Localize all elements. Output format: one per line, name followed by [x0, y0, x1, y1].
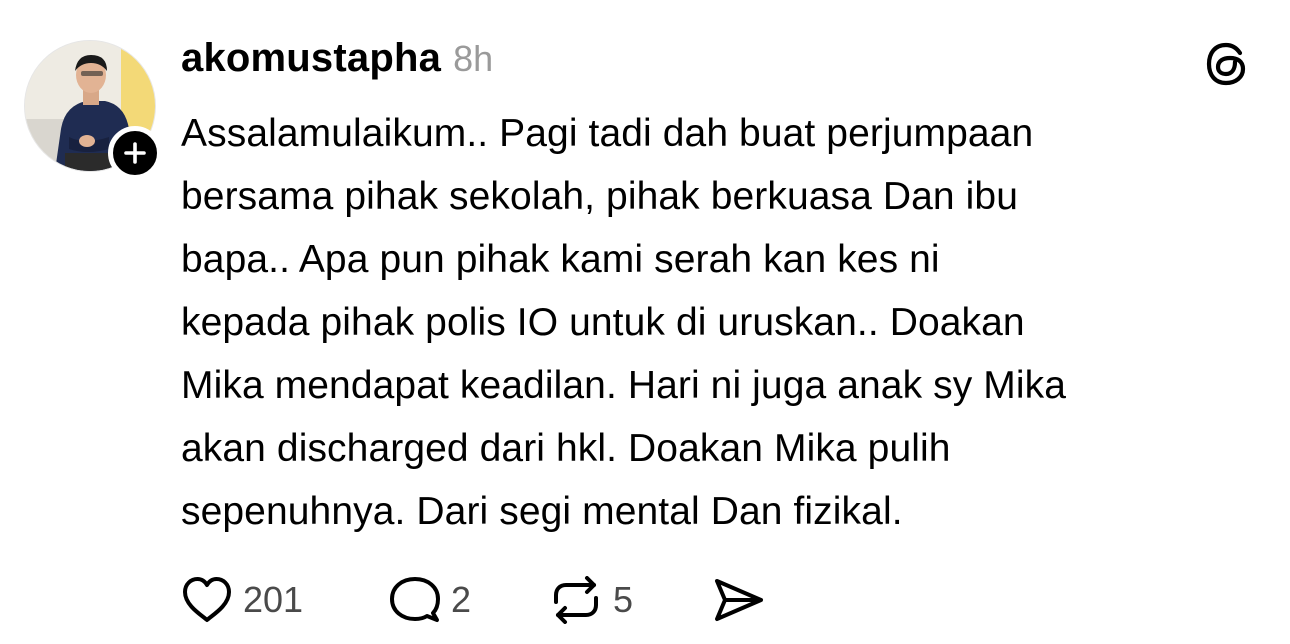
share-button[interactable]	[711, 574, 765, 626]
post-text-line: sepenuhnya. Dari segi mental Dan fizikal…	[181, 490, 903, 533]
post-text-line: bersama pihak sekolah, pihak berkuasa Da…	[181, 175, 1019, 218]
follow-button[interactable]	[108, 126, 162, 180]
send-icon	[715, 579, 763, 621]
threads-logo-icon	[1206, 42, 1246, 86]
post-text: Assalamulaikum.. Pagi tadi dah buat perj…	[181, 102, 1271, 543]
post-text-line: akan discharged dari hkl. Doakan Mika pu…	[181, 427, 951, 470]
comment-icon	[390, 577, 440, 622]
post-timestamp: 8h	[453, 38, 494, 79]
post-header: akomustapha 8h	[181, 36, 493, 86]
like-button[interactable]: 201	[181, 574, 389, 626]
post-text-line: bapa.. Apa pun pihak kami serah kan kes …	[181, 238, 940, 281]
post-text-line: Mika mendapat keadilan. Hari ni juga ana…	[181, 364, 1067, 407]
post-text-line: kepada pihak polis IO untuk di uruskan..…	[181, 301, 1025, 344]
plus-icon	[124, 142, 146, 164]
reply-count: 2	[451, 579, 472, 620]
like-count: 201	[243, 579, 304, 620]
username-link[interactable]: akomustapha	[181, 36, 441, 81]
avatar-container	[24, 40, 162, 180]
post-actions: 201 2 5	[181, 574, 765, 626]
heart-icon	[183, 577, 231, 622]
reply-button[interactable]: 2	[389, 574, 549, 626]
repost-button[interactable]: 5	[549, 574, 711, 626]
repost-icon	[554, 576, 598, 624]
repost-count: 5	[613, 579, 634, 620]
post-text-line: Assalamulaikum.. Pagi tadi dah buat perj…	[181, 112, 1034, 155]
